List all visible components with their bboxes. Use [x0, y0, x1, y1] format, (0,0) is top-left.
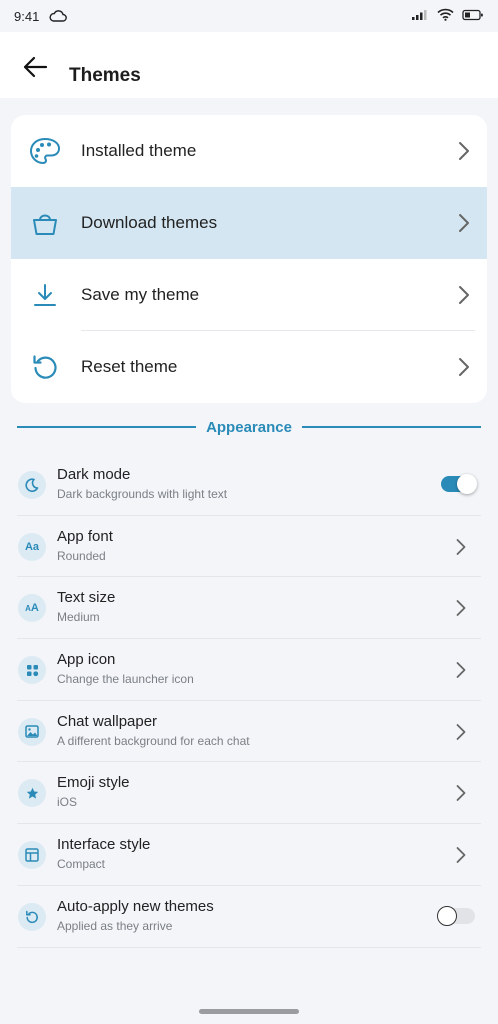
text-size-row[interactable]: AA Text size Medium	[17, 577, 481, 640]
dark-mode-title: Dark mode	[57, 466, 131, 483]
emoji-style-row[interactable]: Emoji style iOS	[17, 762, 481, 825]
installed-theme-row[interactable]: Installed theme	[11, 115, 487, 187]
star-icon	[18, 779, 46, 808]
chevron-right-icon	[459, 286, 469, 304]
moon-icon	[18, 471, 46, 499]
dark-mode-toggle[interactable]	[441, 474, 477, 494]
wifi-icon	[437, 8, 454, 24]
text-size-subtitle: Medium	[57, 610, 100, 625]
cloud-icon	[49, 10, 68, 22]
appearance-list: Dark mode Dark backgrounds with light te…	[17, 454, 481, 948]
app-font-row[interactable]: Aa App font Rounded	[17, 516, 481, 578]
reset-theme-row[interactable]: Reset theme	[11, 331, 487, 403]
interface-style-row[interactable]: Interface style Compact	[17, 824, 481, 886]
text-size-glyph-large: A	[30, 602, 39, 615]
save-my-theme-label: Save my theme	[81, 285, 200, 304]
chevron-right-icon	[459, 214, 469, 232]
emoji-style-title: Emoji style	[57, 774, 130, 792]
refresh-icon	[18, 902, 46, 931]
chevron-right-icon	[456, 662, 466, 678]
appearance-section-title: Appearance	[206, 418, 292, 436]
auto-apply-toggle[interactable]	[437, 905, 475, 926]
app-icon-title: App icon	[57, 651, 116, 669]
chat-wallpaper-title: Chat wallpaper	[57, 712, 158, 730]
chevron-right-icon	[459, 358, 469, 376]
dark-mode-row[interactable]: Dark mode Dark backgrounds with light te…	[17, 454, 481, 516]
section-divider-right	[301, 426, 481, 428]
interface-style-title: Interface style	[57, 836, 151, 854]
page-title: Themes	[69, 65, 141, 86]
auto-apply-subtitle: Applied as they arrive	[57, 918, 173, 933]
appearance-section-header: Appearance	[17, 415, 481, 439]
interface-style-subtitle: Compact	[57, 857, 106, 872]
font-icon: Aa	[18, 532, 46, 561]
app-icon-subtitle: Change the launcher icon	[57, 672, 194, 687]
chevron-right-icon	[459, 142, 469, 160]
save-my-theme-row[interactable]: Save my theme	[11, 259, 487, 331]
text-size-title: Text size	[57, 589, 116, 607]
reset-icon	[29, 351, 61, 383]
signal-icon	[411, 9, 429, 24]
text-size-icon: AA	[18, 594, 46, 623]
toggle-knob	[457, 474, 477, 494]
status-time: 9:41	[14, 8, 40, 24]
theme-menu-card: Installed theme Download themes Save my …	[11, 115, 487, 403]
status-bar: 9:41	[0, 0, 498, 32]
app-font-title: App font	[57, 527, 113, 545]
section-divider-left	[17, 426, 197, 428]
chat-wallpaper-subtitle: A different background for each chat	[57, 733, 250, 748]
app-header: Themes	[0, 32, 498, 98]
chevron-right-icon	[456, 723, 466, 740]
back-button[interactable]	[18, 52, 52, 82]
download-themes-label: Download themes	[81, 213, 218, 232]
palette-icon	[29, 135, 61, 167]
installed-theme-label: Installed theme	[81, 141, 197, 160]
auto-apply-title: Auto-apply new themes	[57, 897, 214, 915]
arrow-left-icon	[23, 56, 48, 78]
home-indicator[interactable]	[199, 1009, 299, 1014]
emoji-style-subtitle: iOS	[57, 795, 78, 810]
reset-theme-label: Reset theme	[81, 357, 178, 376]
download-themes-row[interactable]: Download themes	[11, 187, 487, 259]
download-icon	[29, 279, 61, 311]
battery-icon	[462, 9, 484, 24]
image-icon	[18, 717, 46, 746]
chat-wallpaper-row[interactable]: Chat wallpaper A different background fo…	[17, 701, 481, 763]
chevron-right-icon	[456, 785, 466, 802]
grid-icon	[18, 656, 46, 685]
app-font-subtitle: Rounded	[57, 548, 106, 563]
chevron-right-icon	[456, 538, 466, 555]
dark-mode-subtitle: Dark backgrounds with light text	[57, 487, 228, 501]
layout-icon	[18, 841, 46, 870]
chevron-right-icon	[456, 600, 466, 617]
chevron-right-icon	[456, 847, 466, 864]
shopping-basket-icon	[29, 207, 61, 239]
auto-apply-row[interactable]: Auto-apply new themes Applied as they ar…	[17, 886, 481, 948]
app-icon-row[interactable]: App icon Change the launcher icon	[17, 639, 481, 701]
toggle-knob	[437, 905, 457, 926]
